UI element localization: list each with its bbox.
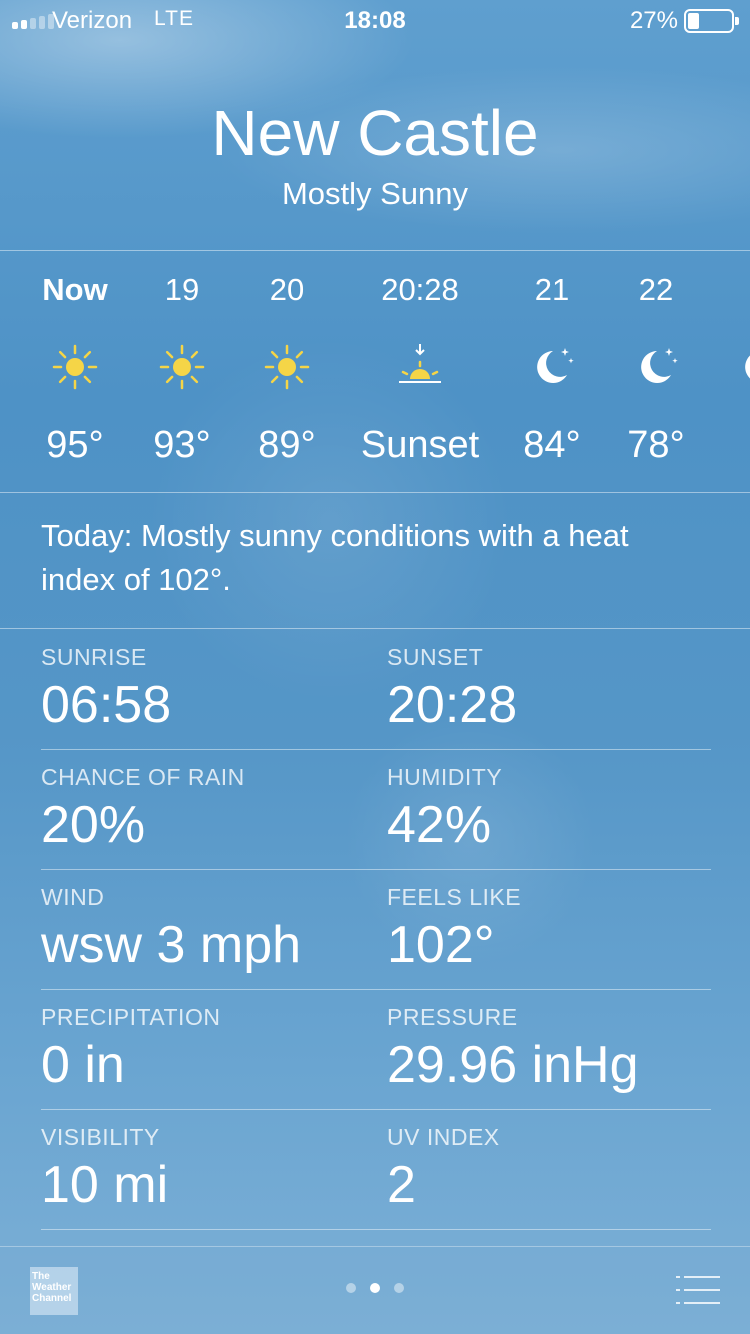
hour-temperature: 89°	[258, 424, 316, 466]
page-dot[interactable]	[370, 1283, 380, 1293]
detail-label: PRESSURE	[387, 1004, 518, 1030]
sunset-icon	[395, 342, 445, 392]
detail-value: 20:28	[387, 676, 518, 734]
detail-item: HUMIDITY 42%	[387, 764, 502, 855]
hour-temperature: Sunset	[360, 424, 480, 466]
detail-row: SUNRISE 06:58 SUNSET 20:28	[41, 630, 711, 750]
current-condition: Mostly Sunny	[281, 176, 469, 211]
detail-item: VISIBILITY 10 mi	[41, 1124, 168, 1215]
bottom-bar: The Weather Channel	[0, 1246, 750, 1334]
city-name: New Castle	[211, 97, 539, 169]
divider	[0, 250, 750, 251]
detail-item: FEELS LIKE 102°	[387, 884, 521, 975]
detail-value: 29.96 inHg	[387, 1036, 639, 1094]
detail-item: PRECIPITATION 0 in	[41, 1004, 220, 1095]
battery-icon	[684, 9, 739, 33]
divider	[0, 492, 750, 493]
detail-label: WIND	[41, 884, 105, 910]
detail-label: VISIBILITY	[41, 1124, 160, 1150]
status-bar: Verizon LTE 18:08 27%	[0, 0, 750, 40]
detail-value: wsw 3 mph	[41, 916, 302, 974]
detail-item: CHANCE OF RAIN 20%	[41, 764, 245, 855]
page-dot[interactable]	[394, 1283, 404, 1293]
detail-label: SUNSET	[387, 644, 484, 670]
moon-icon	[735, 342, 750, 392]
page-dot[interactable]	[346, 1283, 356, 1293]
detail-row: WIND wsw 3 mph FEELS LIKE 102°	[41, 870, 711, 990]
detail-label: CHANCE OF RAIN	[41, 764, 245, 790]
sun-icon	[50, 342, 100, 392]
detail-value: 2	[387, 1156, 416, 1214]
sun-icon	[262, 342, 312, 392]
detail-label: UV INDEX	[387, 1124, 500, 1150]
detail-label: SUNRISE	[41, 644, 147, 670]
detail-item: SUNRISE 06:58	[41, 644, 171, 735]
page-indicator[interactable]	[0, 1283, 750, 1293]
city-list-icon[interactable]	[676, 1274, 720, 1306]
detail-label: HUMIDITY	[387, 764, 503, 790]
daily-summary: Today: Mostly sunny conditions with a he…	[41, 518, 629, 597]
detail-label: PRECIPITATION	[41, 1004, 221, 1030]
detail-row: PRECIPITATION 0 in PRESSURE 29.96 inHg	[41, 990, 711, 1110]
detail-value: 06:58	[41, 676, 172, 734]
battery-percentage: 27%	[629, 7, 678, 34]
weather-details: SUNRISE 06:58 SUNSET 20:28 CHANCE OF RAI…	[41, 630, 711, 1230]
hour-time: 20:28	[381, 272, 459, 307]
detail-value: 0 in	[41, 1036, 125, 1094]
divider	[0, 628, 750, 629]
detail-row: VISIBILITY 10 mi UV INDEX 2	[41, 1110, 711, 1230]
hourly-forecast[interactable]: Now 95° 19 93° 20 89° 20:28 Sunset 21 84…	[0, 252, 750, 492]
detail-value: 42%	[387, 796, 492, 854]
hour-time: 20	[269, 272, 305, 307]
hour-time: 2	[695, 272, 750, 308]
detail-item: WIND wsw 3 mph	[41, 884, 301, 975]
sun-icon	[157, 342, 207, 392]
detail-value: 102°	[387, 916, 495, 974]
moon-stars-icon	[527, 342, 577, 392]
detail-value: 10 mi	[41, 1156, 169, 1214]
moon-stars-icon	[631, 342, 681, 392]
hour-temperature: 7	[695, 424, 750, 467]
detail-item: UV INDEX 2	[387, 1124, 500, 1215]
detail-value: 20%	[41, 796, 146, 854]
detail-row: CHANCE OF RAIN 20% HUMIDITY 42%	[41, 750, 711, 870]
detail-item: PRESSURE 29.96 inHg	[387, 1004, 639, 1095]
detail-label: FEELS LIKE	[387, 884, 522, 910]
detail-item: SUNSET 20:28	[387, 644, 517, 735]
